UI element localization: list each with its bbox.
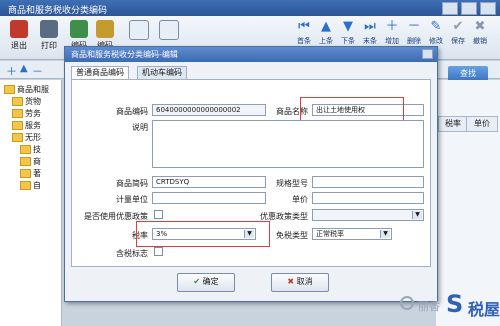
undo-button[interactable]: ✖ 撤销 (470, 18, 490, 46)
up-arrow-icon: ▲ (321, 19, 331, 34)
undo-icon: ✖ (474, 19, 486, 34)
edit-dialog: 商品和服务税收分类编码-编辑 普通商品编码 机动车编码 商品编码 6040000… (64, 46, 438, 302)
description-field[interactable] (152, 120, 424, 168)
tax-free-type-label: 免税类型 (276, 231, 308, 240)
tab-vehicle-code[interactable]: 机动车编码 (137, 66, 187, 80)
form-panel: 商品编码 6040000000000000002 商品名称 出让土地使用权 说明… (71, 79, 431, 267)
list-icon (159, 20, 179, 40)
folder-icon (20, 145, 31, 154)
spec-label: 规格型号 (276, 179, 308, 188)
dialog-title: 商品和服务税收分类编码-编辑 (65, 47, 437, 62)
last-icon: ⏭ (364, 19, 376, 34)
folder-icon (20, 181, 31, 190)
column-header-tax-rate[interactable]: 税率 (438, 116, 468, 132)
price-label: 单价 (292, 195, 308, 204)
folder-icon (20, 157, 31, 166)
code2-icon (96, 20, 114, 38)
tree-item-labor[interactable]: 劳务 (12, 108, 41, 119)
price-field[interactable] (312, 192, 424, 204)
print-icon (40, 20, 58, 38)
edit-button[interactable]: ✎ 修改 (426, 18, 446, 46)
watermark: 丽香 S 税屋 (400, 290, 500, 326)
product-code-label: 商品编码 (116, 107, 148, 116)
unit-label: 计量单位 (116, 195, 148, 204)
tree-item-copyright[interactable]: 著 (20, 168, 41, 179)
tree-item-goods[interactable]: 货物 (12, 96, 41, 107)
check-icon: ✔ (193, 277, 203, 286)
preferential-checkbox[interactable] (154, 210, 163, 219)
category-tree: 商品和服 货物 劳务 服务 无形 技 商 著 自 (0, 80, 62, 326)
chevron-down-icon: ▼ (380, 230, 390, 238)
remove-node-icon[interactable]: － (32, 63, 43, 79)
cancel-button[interactable]: ✖ 取消 (271, 273, 329, 292)
list-button[interactable] (156, 20, 182, 42)
window-title-bar: 商品和服务税收分类编码 (0, 0, 500, 16)
dialog-close-button[interactable] (422, 49, 433, 59)
watermark-logo-icon (400, 296, 414, 310)
delete-button[interactable]: －删除 (404, 18, 424, 46)
grid-button[interactable] (126, 20, 152, 42)
first-record-button[interactable]: ⏮ 首条 (294, 18, 314, 46)
close-button[interactable] (480, 2, 496, 15)
add-node-icon[interactable]: ＋ (6, 63, 17, 79)
chevron-down-icon: ▼ (412, 211, 422, 219)
last-record-button[interactable]: ⏭ 末条 (360, 18, 380, 46)
description-label: 说明 (132, 123, 148, 132)
folder-icon (12, 109, 23, 118)
tree-item-root[interactable]: 商品和服 (4, 84, 49, 95)
check-icon: ✔ (452, 19, 464, 34)
down-arrow-icon: ▼ (343, 19, 353, 34)
short-code-label: 商品简码 (116, 179, 148, 188)
short-code-field[interactable]: CRTDSYQ (152, 176, 266, 188)
exit-icon (10, 20, 28, 38)
watermark-s-icon: S (446, 290, 464, 318)
next-record-button[interactable]: ▼ 下条 (338, 18, 358, 46)
move-up-icon[interactable]: ▲ (20, 63, 28, 74)
product-code-field[interactable]: 6040000000000000002 (152, 104, 266, 116)
window-controls (442, 2, 496, 15)
minus-icon: － (407, 19, 421, 34)
column-header-price[interactable]: 单价 (466, 116, 498, 132)
pencil-icon: ✎ (430, 19, 442, 34)
preferential-type-select[interactable]: ▼ (312, 209, 424, 221)
product-name-highlight (300, 97, 404, 122)
ok-button[interactable]: ✔ 确定 (177, 273, 235, 292)
tree-item-tech[interactable]: 技 (20, 144, 41, 155)
minimize-button[interactable] (442, 2, 458, 15)
watermark-text-2: 税屋 (468, 300, 500, 319)
close-icon: ✖ (287, 277, 297, 286)
folder-icon (4, 85, 15, 94)
window-title: 商品和服务税收分类编码 (8, 6, 108, 16)
code-icon (70, 20, 88, 38)
grid-icon (129, 20, 149, 40)
maximize-button[interactable] (461, 2, 477, 15)
plus-icon: ＋ (385, 19, 399, 34)
watermark-text-1: 丽香 (418, 300, 440, 313)
unit-field[interactable] (152, 192, 266, 204)
print-button[interactable]: 打印 (36, 20, 62, 51)
folder-icon (12, 133, 23, 142)
spec-field[interactable] (312, 176, 424, 188)
tax-inclusive-label: 含税标志 (116, 249, 148, 258)
tax-inclusive-checkbox[interactable] (154, 247, 163, 256)
first-icon: ⏮ (298, 19, 310, 34)
tree-item-natural[interactable]: 自 (20, 180, 41, 191)
tax-free-type-select[interactable]: 正常税率 ▼ (312, 228, 392, 240)
folder-icon (12, 121, 23, 130)
search-button[interactable]: 查找 (448, 66, 488, 81)
prev-record-button[interactable]: ▲ 上条 (316, 18, 336, 46)
tree-item-service[interactable]: 服务 (12, 120, 41, 131)
tree-item-trademark[interactable]: 商 (20, 156, 41, 167)
save-button[interactable]: ✔ 保存 (448, 18, 468, 46)
folder-icon (12, 97, 23, 106)
tree-item-intangible[interactable]: 无形 (12, 132, 41, 143)
exit-button[interactable]: 退出 (6, 20, 32, 51)
tax-rate-highlight (136, 221, 270, 247)
add-button[interactable]: ＋增加 (382, 18, 402, 46)
folder-icon (20, 169, 31, 178)
